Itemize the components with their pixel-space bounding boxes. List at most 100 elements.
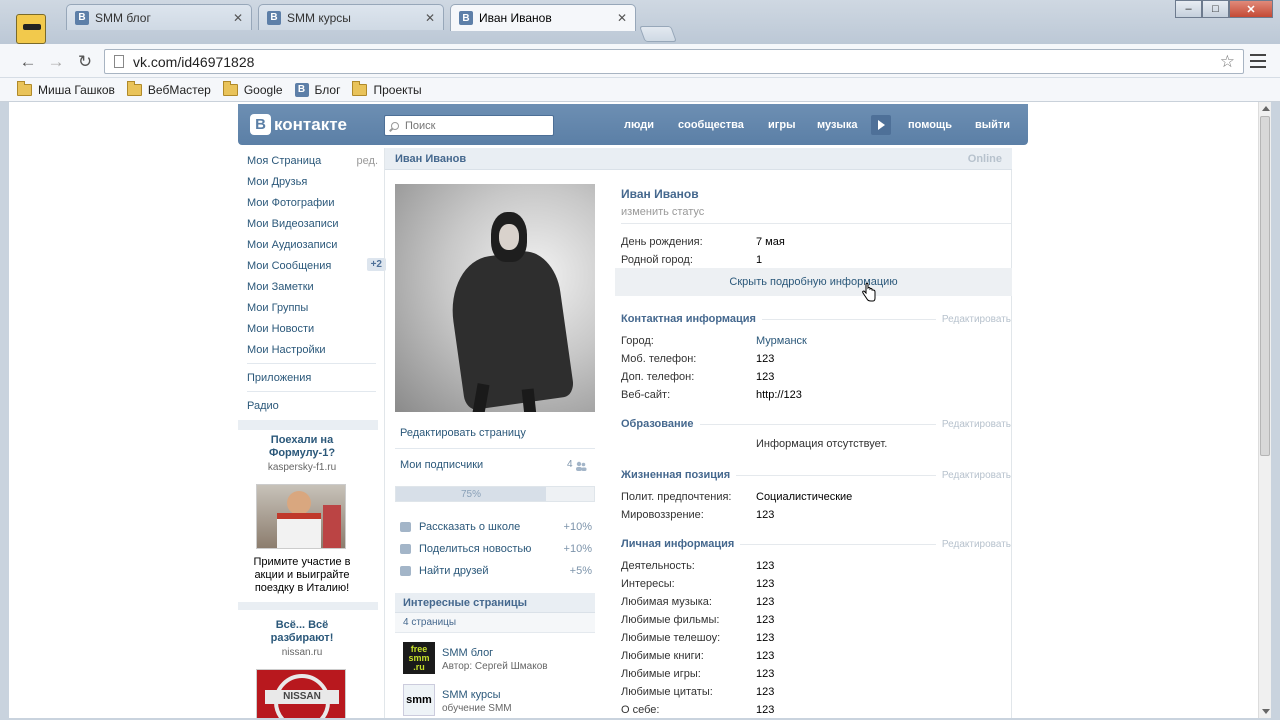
menu-settings[interactable]: Мои Настройки — [238, 339, 378, 360]
menu-videos[interactable]: Мои Видеозаписи — [238, 213, 378, 234]
forward-arrow-icon[interactable]: → — [46, 52, 66, 72]
menu-messages[interactable]: Мои Сообщения +2 — [238, 255, 386, 276]
edit-link[interactable]: ред. — [357, 155, 378, 167]
edit-personal-link[interactable]: Редактировать — [935, 538, 1011, 550]
progress-label: 75% — [460, 489, 481, 500]
tab-smm-courses[interactable]: B SMM курсы ✕ — [258, 4, 444, 30]
bookmark-star-icon[interactable]: ☆ — [1220, 52, 1235, 72]
divider — [395, 448, 595, 449]
edit-contact-link[interactable]: Редактировать — [935, 313, 1011, 325]
search-input[interactable] — [405, 119, 545, 132]
menu-groups[interactable]: Мои Группы — [238, 297, 378, 318]
url-text[interactable]: vk.com/id46971828 — [133, 54, 1220, 70]
reload-icon[interactable]: ↻ — [75, 52, 95, 72]
task-find-friends[interactable]: Найти друзей +5% — [400, 563, 592, 579]
tab-label: SMM курсы — [287, 10, 351, 25]
interesting-pages-header[interactable]: Интересные страницы — [395, 593, 595, 613]
scroll-up-icon[interactable] — [1262, 106, 1270, 111]
info-row-activity: Деятельность: 123 — [621, 560, 775, 572]
task-tell-school[interactable]: Рассказать о школе +10% — [400, 519, 592, 535]
minimize-button[interactable]: – — [1175, 0, 1202, 18]
scrollbar-thumb[interactable] — [1260, 116, 1270, 456]
ad-formula1[interactable]: Поехали на Формулу-1? kaspersky-f1.ru — [247, 434, 357, 473]
music-play-icon[interactable] — [871, 115, 891, 135]
nav-communities[interactable]: сообщества — [678, 119, 744, 131]
info-row-tv: Любимые телешоу: 123 — [621, 632, 775, 644]
edit-education-link[interactable]: Редактировать — [935, 418, 1011, 430]
edit-life-link[interactable]: Редактировать — [935, 469, 1011, 481]
interesting-pages-count[interactable]: 4 страницы — [395, 613, 595, 633]
menu-radio[interactable]: Радио — [238, 395, 378, 416]
menu-my-page[interactable]: Моя Страница ред. — [238, 150, 378, 171]
menu-notes[interactable]: Мои Заметки — [238, 276, 378, 297]
menu-friends[interactable]: Мои Друзья — [238, 171, 378, 192]
menu-audio[interactable]: Мои Аудиозаписи — [238, 234, 378, 255]
ad-nissan[interactable]: Всё... Всё разбирают! nissan.ru — [247, 619, 357, 658]
section-contact: Контактная информация Редактировать — [621, 313, 1011, 325]
info-row-politics: Полит. предпочтения: Социалистические — [621, 491, 853, 503]
menu-news[interactable]: Мои Новости — [238, 318, 378, 339]
tab-close-icon[interactable]: ✕ — [233, 11, 243, 25]
website-link[interactable]: http://123 — [756, 389, 802, 401]
tab-close-icon[interactable]: ✕ — [617, 11, 627, 25]
public-smm-courses[interactable]: smm SMM курсы обучение SMM — [403, 684, 593, 718]
info-row-about: О себе: 123 — [621, 704, 775, 716]
subscribers-link[interactable]: Мои подписчики — [400, 459, 483, 471]
profile-photo[interactable] — [395, 184, 595, 412]
profile-name: Иван Иванов — [621, 187, 699, 201]
info-row-website: Веб-сайт: http://123 — [621, 389, 802, 401]
nav-music[interactable]: музыка — [817, 119, 857, 131]
tab-close-icon[interactable]: ✕ — [425, 11, 435, 25]
profile-header-bar: Иван Иванов Online — [385, 148, 1012, 170]
info-row-phone2: Доп. телефон: 123 — [621, 371, 775, 383]
bookmark-blog[interactable]: B Блог — [294, 82, 340, 97]
divider — [621, 223, 1011, 224]
info-row-interests: Интересы: 123 — [621, 578, 775, 590]
info-row-city: Город: Мурманск — [621, 335, 807, 347]
edit-page-link[interactable]: Редактировать страницу — [400, 427, 526, 439]
ad-divider — [238, 420, 378, 430]
menu-photos[interactable]: Мои Фотографии — [238, 192, 378, 213]
info-row-birthday: День рождения: 7 мая — [621, 236, 785, 248]
left-menu: Моя Страница ред. Мои Друзья Мои Фотограф… — [238, 150, 386, 416]
chrome-menu-icon[interactable] — [1250, 54, 1266, 68]
tab-smm-blog[interactable]: B SMM блог ✕ — [66, 4, 252, 30]
info-row-music: Любимая музыка: 123 — [621, 596, 775, 608]
tab-ivan-ivanov[interactable]: B Иван Иванов ✕ — [450, 4, 636, 31]
change-status-link[interactable]: изменить статус — [621, 206, 704, 218]
public-smm-blog[interactable]: free smm .ru SMM блог Автор: Сергей Шмак… — [403, 642, 593, 676]
menu-apps[interactable]: Приложения — [238, 367, 378, 388]
maximize-button[interactable]: □ — [1202, 0, 1229, 18]
address-bar[interactable]: vk.com/id46971828 ☆ — [104, 49, 1244, 74]
hide-details-button[interactable]: Скрыть подробную информацию — [615, 268, 1012, 296]
vk-logo[interactable]: В контакте — [250, 114, 347, 135]
profile-completeness-bar: 75% — [395, 486, 595, 502]
vk-search[interactable] — [384, 115, 554, 136]
bookmark-google[interactable]: Google — [222, 80, 283, 97]
ad-image-nissan[interactable]: NISSAN — [256, 669, 346, 718]
back-arrow-icon[interactable]: ← — [18, 52, 38, 72]
bookmark-webmaster[interactable]: ВебМастер — [126, 80, 211, 97]
nav-people[interactable]: люди — [624, 119, 654, 131]
folder-icon — [352, 80, 368, 96]
ad-image[interactable] — [256, 484, 346, 549]
nav-help[interactable]: помощь — [908, 119, 952, 131]
ad-title[interactable]: Всё... Всё разбирают! — [247, 619, 357, 645]
ad-title[interactable]: Поехали на Формулу-1? — [247, 434, 357, 460]
close-window-button[interactable]: ✕ — [1229, 0, 1273, 18]
vk-favicon-icon: B — [267, 10, 281, 25]
subscribers-count: 4 — [567, 459, 573, 470]
task-share-news[interactable]: Поделиться новостью +10% — [400, 541, 592, 557]
chrome-profile-avatar-icon[interactable] — [16, 14, 46, 44]
info-row-films: Любимые фильмы: 123 — [621, 614, 775, 626]
scroll-down-icon[interactable] — [1262, 709, 1270, 714]
new-tab-button[interactable] — [639, 26, 677, 42]
ad-formula1-text[interactable]: Примите участие в акции и выиграйте поез… — [247, 548, 357, 595]
nav-games[interactable]: игры — [768, 119, 795, 131]
bookmark-projects[interactable]: Проекты — [352, 80, 422, 97]
info-row-games: Любимые игры: 123 — [621, 668, 775, 680]
vk-favicon-icon: B — [294, 82, 309, 97]
page-scrollbar[interactable] — [1258, 102, 1271, 718]
bookmark-misha[interactable]: Миша Гашков — [17, 80, 115, 97]
nav-logout[interactable]: выйти — [975, 119, 1010, 131]
